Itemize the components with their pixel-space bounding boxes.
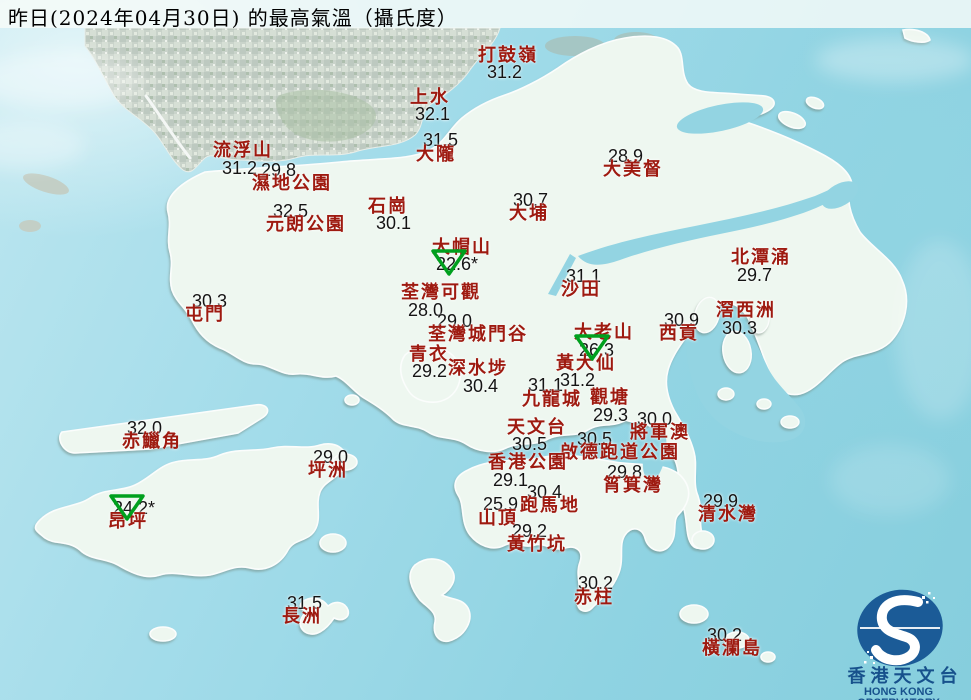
logo-name-english: HONG KONG OBSERVATORY: [857, 686, 940, 700]
station-value: 29.7: [737, 265, 773, 285]
station-name: 西貢: [659, 323, 699, 344]
triangle-marker: [108, 492, 146, 526]
station-name: 筲箕灣: [603, 475, 663, 496]
triangle-marker: [573, 332, 611, 366]
map-island-waglan: [760, 651, 776, 663]
station-name: 青衣: [409, 344, 449, 365]
station-name: 香港公園: [488, 452, 568, 473]
map-island-hei-ling-chau: [319, 533, 347, 553]
station-name: 啟德跑道公園: [560, 442, 680, 463]
station-name: 大隴: [416, 144, 456, 165]
station-name: 打鼓嶺: [478, 45, 538, 66]
station-name: 深水埗: [448, 358, 508, 379]
hko-logo: [857, 589, 943, 667]
map-island-crescent: [805, 96, 825, 110]
hko-max-temperature-map: 昨日(2024年04月30日) 的最高氣溫（攝氏度） 31.2 打鼓嶺 32.1 上水…: [0, 0, 971, 700]
map-island-crooked: [777, 110, 807, 130]
station-name: 跑馬地: [520, 495, 580, 516]
station-name: 濕地公園: [252, 173, 332, 194]
station-name: 九龍城: [522, 389, 582, 410]
station-name: 天文台: [507, 417, 567, 438]
station-name: 將軍澳: [630, 422, 690, 443]
station-name: 荃灣可觀: [401, 282, 481, 303]
station-name: 黃竹坑: [507, 534, 567, 555]
station-value: 30.4: [463, 376, 499, 396]
station-name: 清水灣: [698, 504, 758, 525]
station-name: 大埔: [509, 203, 549, 224]
station-name: 北潭涌: [731, 247, 791, 268]
station-name: 荃灣城門谷: [428, 324, 528, 345]
station-value: 29.3: [593, 405, 629, 425]
map-island-soko: [149, 626, 177, 642]
page-title: 昨日(2024年04月30日) 的最高氣溫（攝氏度）: [8, 6, 458, 30]
map-island-tung-lung: [691, 530, 715, 550]
station-name: 大美督: [603, 159, 663, 180]
station-name: 赤鱲角: [122, 431, 182, 452]
station-name: 坪洲: [308, 460, 348, 481]
station-name: 石崗: [368, 196, 408, 217]
triangle-marker: [430, 247, 468, 281]
station-name: 流浮山: [213, 140, 273, 161]
logo-name-chinese: 香港天文台: [847, 666, 963, 687]
station-name: 觀塘: [590, 387, 630, 408]
station-value: 30.3: [722, 318, 758, 338]
station-name: 上水: [410, 87, 450, 108]
station-name: 滘西洲: [716, 300, 776, 321]
map-island-ma-wan: [344, 394, 360, 406]
station-name: 屯門: [185, 304, 225, 325]
station-value: 29.1: [493, 470, 529, 490]
hong-kong-map: [0, 27, 971, 663]
station-name: 元朗公園: [266, 214, 346, 235]
map-land-lantau: [34, 443, 347, 578]
map-island-po-toi: [679, 604, 709, 624]
station-name: 赤柱: [574, 587, 614, 608]
map-land-lamma: [409, 558, 471, 642]
station-name: 長洲: [282, 606, 322, 627]
station-name: 橫瀾島: [702, 638, 762, 659]
station-name: 沙田: [561, 279, 601, 300]
